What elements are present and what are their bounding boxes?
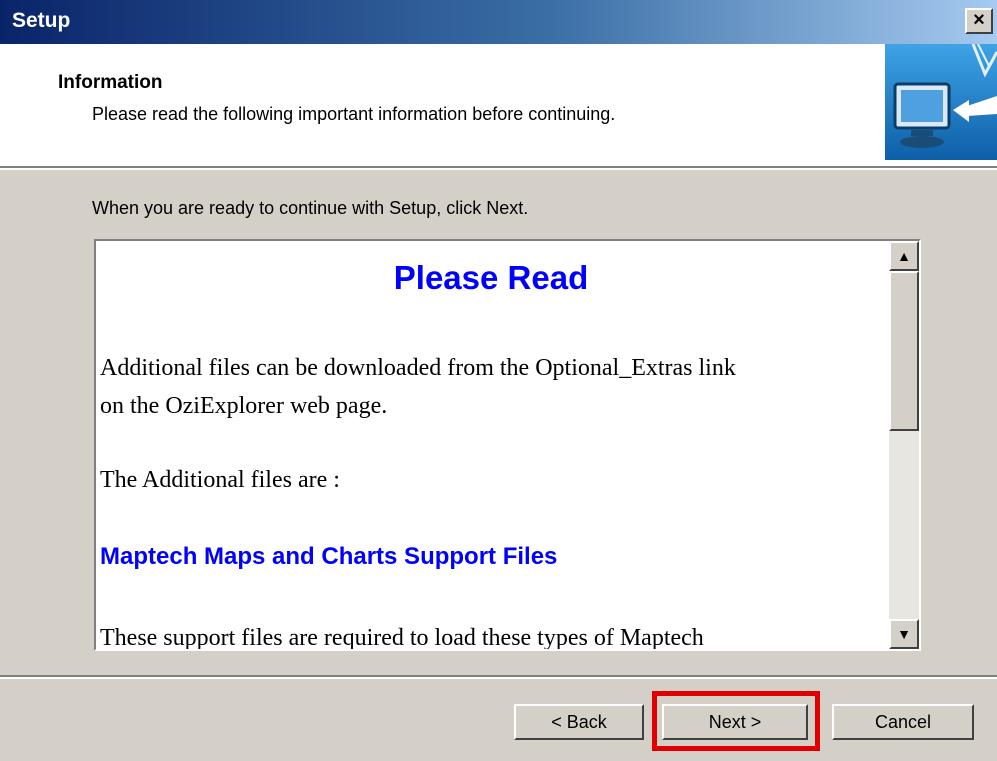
information-memo[interactable]: Please Read Additional files can be down…: [94, 239, 921, 651]
cancel-button[interactable]: Cancel: [832, 704, 974, 740]
maptech-section-heading: Maptech Maps and Charts Support Files: [100, 543, 558, 570]
setup-computer-icon: [885, 44, 997, 160]
page-subtitle: Please read the following important info…: [92, 104, 616, 124]
back-button[interactable]: < Back: [514, 704, 644, 740]
page-title: Information: [58, 72, 163, 93]
memo-paragraph-1-line-2: on the OziExplorer web page.: [100, 393, 388, 419]
title-bar[interactable]: Setup ×: [0, 0, 997, 44]
scroll-thumb[interactable]: [889, 271, 919, 431]
memo-content: Please Read Additional files can be down…: [96, 241, 886, 649]
memo-paragraph-2: The Additional files are :: [100, 467, 340, 493]
please-read-heading: Please Read: [393, 259, 589, 296]
scroll-up-button[interactable]: ▲: [889, 241, 919, 271]
setup-window: Setup × Information Please read the foll…: [0, 0, 997, 761]
close-button[interactable]: ×: [965, 8, 993, 34]
memo-scrollbar[interactable]: ▲ ▼: [889, 241, 919, 649]
instruction-text: When you are ready to continue with Setu…: [92, 198, 529, 218]
next-button-highlight: [652, 691, 820, 751]
scroll-down-button[interactable]: ▼: [889, 619, 919, 649]
memo-paragraph-3: These support files are required to load…: [100, 625, 704, 649]
memo-paragraph-1-line-1: Additional files can be downloaded from …: [100, 355, 736, 381]
arrow-down-icon: ▼: [897, 626, 911, 642]
footer-divider: [0, 675, 997, 679]
wizard-header: Information Please read the following im…: [0, 44, 997, 166]
arrow-up-icon: ▲: [897, 248, 911, 264]
window-title: Setup: [12, 9, 71, 32]
header-divider: [0, 166, 997, 170]
close-icon: ×: [973, 9, 985, 31]
